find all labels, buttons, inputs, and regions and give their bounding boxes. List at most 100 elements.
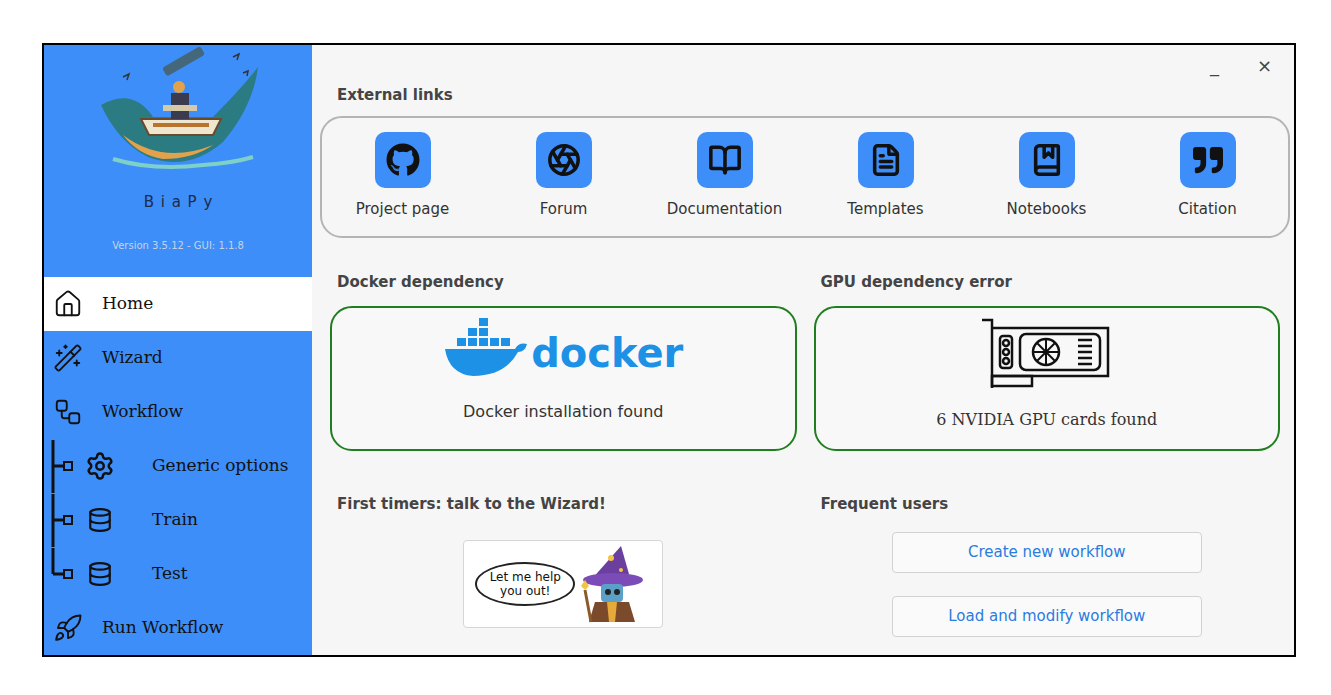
wizard-button-wrap: Let me help you out!: [330, 540, 797, 628]
nav-label: Generic options: [152, 453, 288, 479]
sidebar-header: BiaPy Version 3.5.12 - GUI: 1.1.8: [44, 45, 312, 277]
docker-logo: docker: [443, 316, 683, 378]
nav-label: Test: [152, 561, 188, 587]
page: BiaPy Version 3.5.12 - GUI: 1.1.8 Home Wiza…: [0, 0, 1331, 695]
section-title: Docker dependency: [330, 270, 797, 294]
external-link[interactable]: Project page: [322, 132, 483, 222]
wizard-button[interactable]: Let me help you out!: [463, 540, 663, 628]
section-title: Frequent users: [814, 492, 1281, 516]
database-icon: [87, 561, 113, 587]
tree-connector-icon: [48, 548, 74, 601]
workflow-button[interactable]: Load and modify workflow: [892, 596, 1202, 637]
link-icon-tile: [858, 132, 914, 188]
docker-status: Docker installation found: [463, 400, 663, 424]
tree-connector-icon: [48, 494, 74, 547]
nav-label: Home: [102, 291, 153, 317]
link-label: Citation: [1178, 198, 1236, 221]
nav-item[interactable]: Workflow: [44, 385, 312, 439]
speech-bubble: Let me help you out!: [475, 562, 575, 606]
link-label: Documentation: [667, 198, 783, 221]
external-link[interactable]: Citation: [1127, 132, 1288, 222]
nav-label: Run Workflow: [102, 615, 223, 641]
nav-icon-box: [78, 561, 122, 587]
docker-card: docker Docker installation found: [330, 306, 797, 451]
nav-label: Train: [152, 507, 198, 533]
app-name: BiaPy: [137, 191, 219, 214]
link-label: Forum: [540, 198, 588, 221]
docker-logo-text: docker: [531, 328, 683, 378]
nav-branch: Test: [44, 547, 188, 601]
external-links-box: Project page Forum Documentation Templates N…: [320, 116, 1290, 238]
notebook-icon: [1030, 143, 1064, 177]
link-label: Templates: [847, 198, 923, 221]
nav-branch: Generic options: [44, 439, 288, 493]
nav-row: Wizard: [44, 343, 163, 373]
start-row: First timers: talk to the Wizard! Let me …: [320, 492, 1290, 637]
book-icon: [708, 143, 742, 177]
gpu-card: 6 NVIDIA GPU cards found: [814, 306, 1281, 451]
nav-row: Home: [44, 289, 153, 319]
nav-branch: Train: [44, 493, 198, 547]
rocket-icon: [53, 613, 83, 643]
home-icon: [53, 289, 83, 319]
external-link[interactable]: Documentation: [644, 132, 805, 222]
external-links-title: External links: [320, 83, 1290, 107]
sidebar: BiaPy Version 3.5.12 - GUI: 1.1.8 Home Wiza…: [44, 45, 312, 655]
dependency-row: Docker dependency docker Docker installati…: [320, 270, 1290, 451]
external-link[interactable]: Templates: [805, 132, 966, 222]
frequent-section: Frequent users Create new workflow Load an…: [814, 492, 1281, 637]
nav-icon-box: [52, 613, 84, 643]
database-icon: [87, 507, 113, 533]
nav-icon-box: [52, 343, 84, 373]
workflow-button[interactable]: Create new workflow: [892, 532, 1202, 573]
link-icon-tile: [1180, 132, 1236, 188]
gpu-card-icon: [980, 318, 1114, 394]
nav-item[interactable]: Train: [44, 493, 312, 547]
link-icon-tile: [1019, 132, 1075, 188]
nav-label: Workflow: [102, 399, 183, 425]
link-label: Project page: [356, 198, 450, 221]
nav-list: Home Wizard Workflow Generic options Train Te…: [44, 277, 312, 655]
forum-icon: [547, 143, 581, 177]
link-label: Notebooks: [1007, 198, 1087, 221]
nav-item[interactable]: Wizard: [44, 331, 312, 385]
gpu-status: 6 NVIDIA GPU cards found: [936, 408, 1157, 432]
window-controls: _×: [320, 49, 1290, 81]
github-icon: [386, 143, 420, 177]
section-title: GPU dependency error: [814, 270, 1281, 294]
nav-row: Workflow: [44, 397, 183, 427]
window-control[interactable]: ×: [1257, 52, 1272, 79]
gears-icon: [85, 451, 115, 481]
nav-label: Wizard: [102, 345, 163, 371]
section-title: First timers: talk to the Wizard!: [330, 492, 797, 516]
template-icon: [869, 143, 903, 177]
quote-icon: [1193, 145, 1223, 175]
frequent-buttons: Create new workflow Load and modify workf…: [814, 532, 1281, 637]
app-window: BiaPy Version 3.5.12 - GUI: 1.1.8 Home Wiza…: [42, 43, 1296, 657]
docker-whale-icon: [443, 316, 529, 378]
workflow-icon: [53, 397, 83, 427]
link-icon-tile: [375, 132, 431, 188]
nav-icon-box: [78, 507, 122, 533]
external-link[interactable]: Forum: [483, 132, 644, 222]
nav-item[interactable]: Run Workflow: [44, 601, 312, 655]
nav-item[interactable]: Generic options: [44, 439, 312, 493]
biapy-logo-icon: [93, 47, 263, 177]
wizard-section: First timers: talk to the Wizard! Let me …: [330, 492, 797, 637]
tree-connector-icon: [48, 440, 74, 493]
link-icon-tile: [697, 132, 753, 188]
link-icon-tile: [536, 132, 592, 188]
external-link[interactable]: Notebooks: [966, 132, 1127, 222]
gpu-section: GPU dependency error 6 NVIDIA GPU cards f…: [814, 270, 1281, 451]
window-control[interactable]: _: [1210, 52, 1219, 79]
wizard-icon: [577, 544, 651, 624]
nav-icon-box: [52, 397, 84, 427]
nav-icon-box: [52, 289, 84, 319]
main-panel: _×External linksProject pageForumDocumen…: [312, 45, 1294, 655]
docker-section: Docker dependency docker Docker installati…: [330, 270, 797, 451]
nav-item[interactable]: Test: [44, 547, 312, 601]
wand-icon: [53, 343, 83, 373]
version-label: Version 3.5.12 - GUI: 1.1.8: [112, 238, 244, 253]
nav-icon-box: [78, 451, 122, 481]
nav-item[interactable]: Home: [44, 277, 312, 331]
